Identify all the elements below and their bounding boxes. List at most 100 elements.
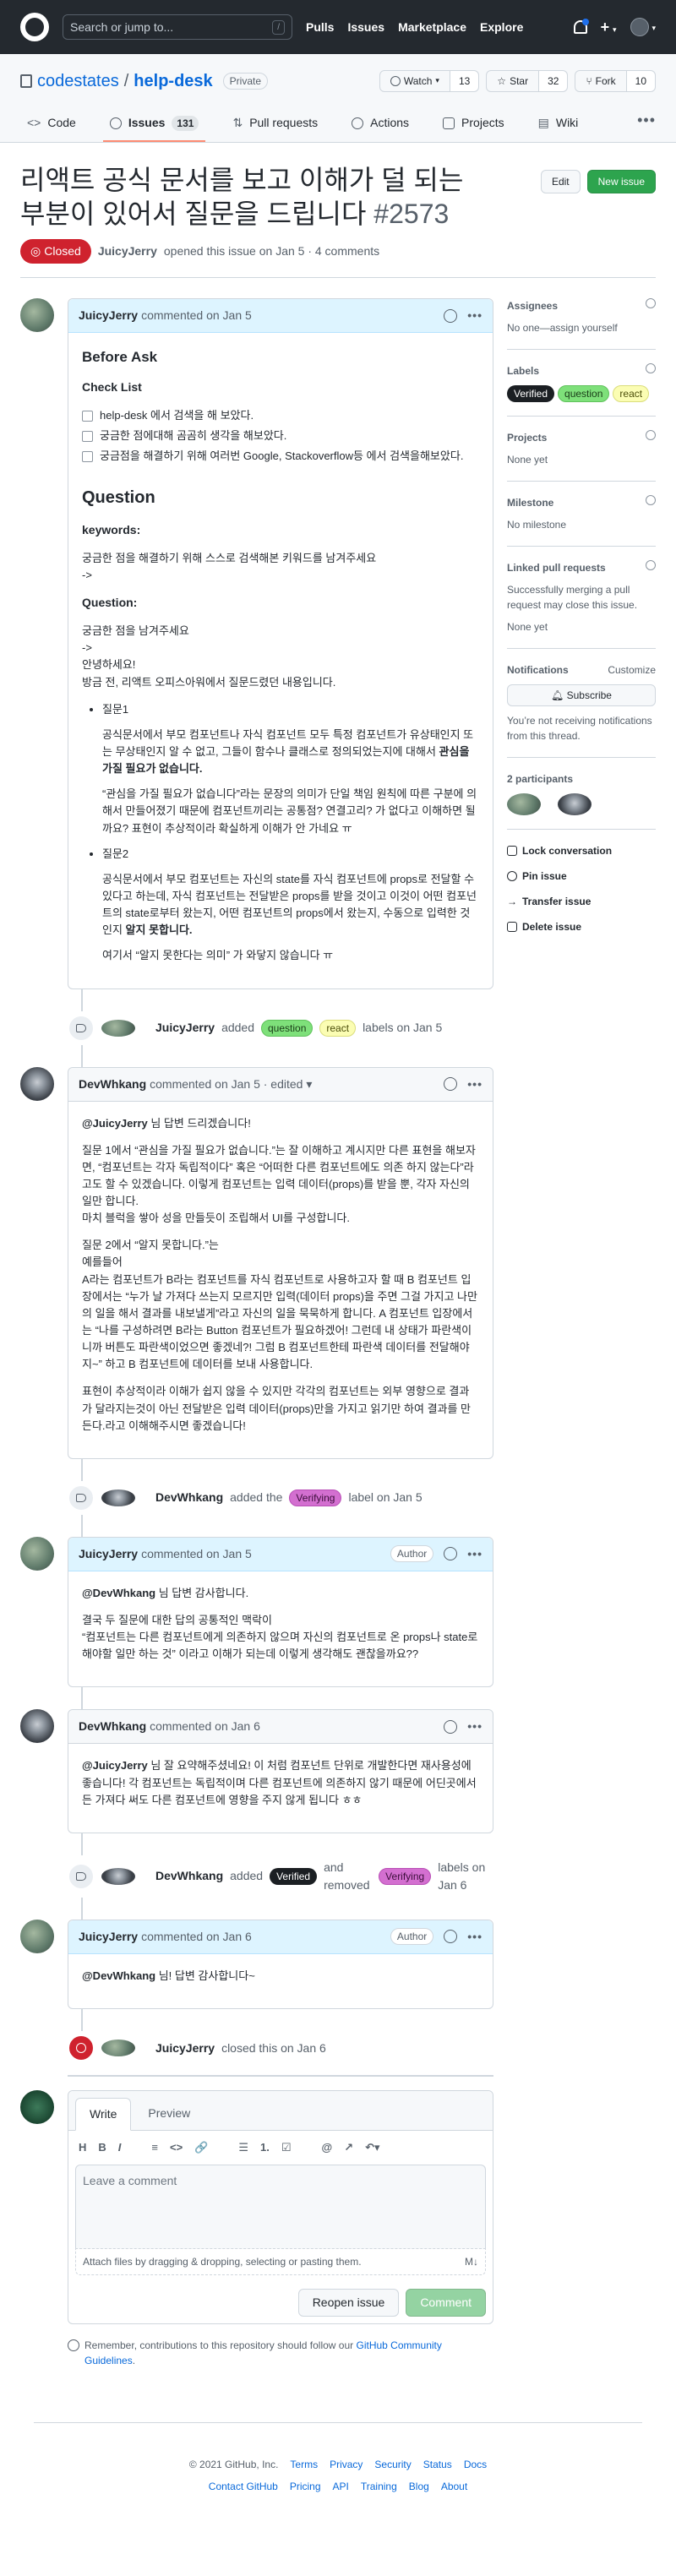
avatar[interactable] [20, 1919, 54, 1953]
footer-link-about[interactable]: About [441, 2479, 467, 2494]
label-verified[interactable]: Verified [507, 385, 555, 402]
numbered-list-icon[interactable]: 1. [260, 2139, 270, 2156]
event-actor[interactable]: JuicyJerry [155, 1019, 215, 1037]
gear-icon[interactable] [646, 298, 656, 308]
code-icon[interactable]: <> [170, 2139, 183, 2156]
tab-wiki[interactable]: ▤ Wiki [532, 114, 586, 142]
more-tabs-icon[interactable]: ••• [637, 109, 656, 142]
mention-icon[interactable]: @ [322, 2139, 333, 2156]
more-options-icon[interactable]: ••• [467, 1076, 482, 1093]
avatar[interactable] [101, 2040, 135, 2057]
reply-icon[interactable]: ↶▾ [365, 2139, 379, 2156]
pin-issue-button[interactable]: Pin issue [507, 869, 656, 884]
user-mention[interactable]: @DevWhkang [82, 1587, 155, 1599]
gear-icon[interactable] [646, 560, 656, 570]
tab-actions[interactable]: Actions [345, 114, 416, 142]
footer-link-privacy[interactable]: Privacy [330, 2457, 363, 2472]
notifications-bell-icon[interactable] [573, 19, 589, 34]
repo-owner-link[interactable]: codestates [37, 68, 119, 94]
footer-link-api[interactable]: API [333, 2479, 349, 2494]
subscribe-button[interactable]: 🔔︎ Subscribe [507, 684, 656, 706]
tab-projects[interactable]: Projects [436, 114, 511, 142]
gear-icon[interactable] [646, 430, 656, 440]
comment-timestamp[interactable]: commented on Jan 6 [141, 1928, 252, 1946]
avatar[interactable] [20, 1066, 54, 1101]
heading-icon[interactable]: H [79, 2139, 86, 2156]
star-count[interactable]: 32 [539, 71, 568, 91]
tab-write[interactable]: Write [75, 2098, 132, 2132]
event-actor[interactable]: JuicyJerry [155, 2040, 215, 2057]
comment-timestamp[interactable]: commented on Jan 5 [141, 1545, 252, 1563]
comment-author[interactable]: JuicyJerry [79, 1928, 138, 1946]
more-options-icon[interactable]: ••• [467, 1718, 482, 1735]
github-logo-icon[interactable] [20, 13, 49, 41]
user-mention[interactable]: @JuicyJerry [82, 1759, 148, 1772]
nav-explore[interactable]: Explore [480, 19, 523, 36]
footer-link-contact[interactable]: Contact GitHub [209, 2479, 278, 2494]
add-reaction-icon[interactable] [444, 1077, 458, 1091]
fork-count[interactable]: 10 [626, 71, 655, 91]
italic-icon[interactable]: I [118, 2139, 122, 2156]
watch-button[interactable]: Watch ▾ 13 [379, 70, 480, 92]
more-options-icon[interactable]: ••• [467, 307, 482, 324]
markdown-icon[interactable]: M↓ [465, 2254, 478, 2269]
link-icon[interactable]: 🔗 [194, 2139, 208, 2156]
comment-author[interactable]: JuicyJerry [79, 1545, 138, 1563]
assign-yourself-link[interactable]: No one—assign yourself [507, 320, 656, 335]
footer-link-terms[interactable]: Terms [290, 2457, 318, 2472]
comment-author[interactable]: DevWhkang [79, 1076, 146, 1093]
tab-pull-requests[interactable]: ⇅ Pull requests [226, 114, 324, 142]
nav-pulls[interactable]: Pulls [306, 19, 334, 36]
footer-link-pricing[interactable]: Pricing [290, 2479, 321, 2494]
footer-link-blog[interactable]: Blog [409, 2479, 429, 2494]
footer-link-status[interactable]: Status [423, 2457, 452, 2472]
repo-name-link[interactable]: help-desk [134, 68, 212, 94]
add-reaction-icon[interactable] [444, 1547, 458, 1561]
tab-code[interactable]: <> Code [20, 114, 83, 142]
avatar[interactable] [507, 793, 541, 815]
avatar[interactable] [558, 793, 592, 815]
gear-icon[interactable] [646, 495, 656, 505]
more-options-icon[interactable]: ••• [467, 1928, 482, 1946]
user-menu[interactable]: ▾ [630, 18, 656, 37]
nav-issues[interactable]: Issues [347, 19, 384, 36]
attach-files-zone[interactable]: Attach files by dragging & dropping, sel… [75, 2248, 486, 2275]
task-list-icon[interactable]: ☑ [281, 2139, 292, 2156]
avatar[interactable] [101, 1489, 135, 1506]
label-question[interactable]: question [558, 385, 610, 402]
comment-author[interactable]: DevWhkang [79, 1718, 146, 1735]
more-options-icon[interactable]: ••• [467, 1545, 482, 1563]
gear-icon[interactable] [646, 363, 656, 373]
avatar[interactable] [101, 1019, 135, 1037]
task-checkbox[interactable] [82, 410, 93, 422]
add-reaction-icon[interactable] [444, 308, 458, 323]
tab-preview[interactable]: Preview [134, 2098, 204, 2130]
nav-marketplace[interactable]: Marketplace [398, 19, 466, 36]
issue-author-link[interactable]: JuicyJerry [98, 242, 157, 260]
comment-button[interactable]: Comment [406, 2288, 486, 2317]
label-question[interactable]: question [261, 1019, 313, 1037]
label-react[interactable]: react [613, 385, 650, 402]
event-actor[interactable]: DevWhkang [155, 1489, 223, 1506]
label-verifying[interactable]: Verifying [289, 1489, 342, 1506]
bulleted-list-icon[interactable]: ☰ [238, 2139, 248, 2156]
task-checkbox[interactable] [82, 450, 93, 462]
task-checkbox[interactable] [82, 430, 93, 442]
avatar[interactable] [101, 1867, 135, 1885]
lock-conversation-button[interactable]: Lock conversation [507, 843, 656, 858]
footer-link-security[interactable]: Security [374, 2457, 411, 2472]
quote-icon[interactable]: ≡ [151, 2139, 158, 2156]
event-actor[interactable]: DevWhkang [155, 1867, 223, 1885]
search-input[interactable]: Search or jump to... / [63, 14, 292, 40]
reopen-issue-button[interactable]: Reopen issue [297, 2288, 400, 2317]
customize-link[interactable]: Customize [608, 662, 656, 678]
label-react[interactable]: react [319, 1019, 357, 1037]
create-new-menu[interactable]: + ▾ [601, 16, 617, 39]
transfer-issue-button[interactable]: → Transfer issue [507, 894, 656, 909]
delete-issue-button[interactable]: Delete issue [507, 919, 656, 934]
star-button[interactable]: ☆ Star 32 [486, 70, 569, 92]
comment-timestamp[interactable]: commented on Jan 5 [141, 307, 252, 324]
tab-issues[interactable]: Issues 131 [102, 114, 206, 142]
cross-reference-icon[interactable]: ↗ [344, 2139, 353, 2156]
avatar[interactable] [20, 1709, 54, 1744]
